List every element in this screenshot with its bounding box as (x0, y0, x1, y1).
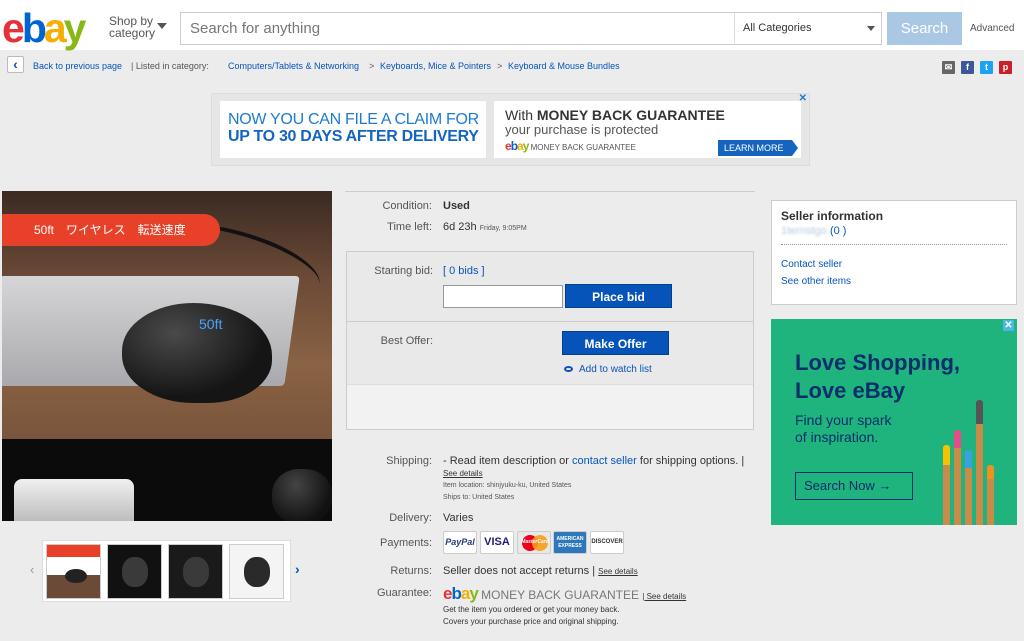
image-laptop-small (14, 479, 134, 521)
shipping-text: - Read item description or contact selle… (443, 455, 745, 467)
breadcrumb-separator: > (497, 61, 503, 71)
chevron-down-icon (867, 26, 875, 31)
ad-subtext: Find your spark of inspiration. (795, 412, 892, 445)
shop-by-category-button[interactable]: Shop by category (109, 15, 155, 39)
delivery-label: Delivery: (389, 512, 432, 524)
thumbnail-4[interactable] (229, 544, 284, 599)
best-offer-label: Best Offer: (380, 335, 433, 347)
twitter-icon[interactable]: t (980, 61, 993, 74)
condition-label: Condition: (382, 200, 432, 212)
email-share-icon[interactable]: ✉ (942, 61, 955, 74)
search-bar: All Categories (180, 12, 882, 45)
thumbnail-prev-icon[interactable]: ‹ (30, 562, 34, 577)
chevron-down-icon[interactable] (157, 23, 167, 29)
divider (345, 191, 755, 192)
returns-label: Returns: (390, 565, 432, 577)
breadcrumb-item-computers[interactable]: Computers/Tablets & Networking (228, 61, 359, 71)
breadcrumb-item-bundles[interactable]: Keyboard & Mouse Bundles (508, 61, 620, 71)
arrow-right-icon: → (878, 478, 892, 493)
discover-icon: DISCOVER (590, 531, 624, 554)
ebay-logo[interactable]: ebay (2, 8, 86, 49)
image-range-text: 50ft (199, 316, 223, 332)
guarantee-label: Guarantee: (376, 587, 432, 599)
make-offer-button[interactable]: Make Offer (562, 331, 669, 355)
shipping-see-details-link[interactable]: See details (443, 469, 483, 478)
best-offer-row: Best Offer: Make Offer Add to watch list (347, 321, 753, 384)
see-other-items-link[interactable]: See other items (781, 273, 1007, 290)
delivery-value: Varies (443, 512, 474, 524)
pinterest-icon[interactable]: p (999, 61, 1012, 74)
seller-info-panel: Seller information 1ternstgo (0 ) Contac… (771, 200, 1017, 305)
seller-name-link[interactable]: 1ternstgo (0 ) (781, 225, 1007, 237)
ad-headline: Love Shopping, Love eBay (795, 350, 960, 403)
breadcrumb-item-keyboards[interactable]: Keyboards, Mice & Pointers (380, 61, 491, 71)
contact-seller-link[interactable]: contact seller (572, 455, 637, 467)
learn-more-button[interactable]: LEARN MORE (718, 140, 798, 156)
thumbnail-2[interactable] (107, 544, 162, 599)
time-left-value: 6d 23h Friday, 9:05PM (443, 221, 527, 233)
visa-icon: VISA (480, 531, 514, 554)
item-location: Item location: shinjyuku-ku, United Stat… (443, 482, 572, 489)
image-bottom-panel (2, 439, 332, 521)
mastercard-icon: MasterCard (517, 531, 551, 554)
shipping-label: Shipping: (386, 455, 432, 467)
returns-value: Seller does not accept returns | See det… (443, 565, 638, 577)
bid-panel: Starting bid: [ 0 bids ] Place bid Best … (346, 251, 754, 430)
ships-to: Ships to: United States (443, 494, 515, 501)
contact-seller-link[interactable]: Contact seller (781, 256, 1007, 273)
paintbrush-icon (987, 465, 994, 525)
paypal-icon: PayPal (443, 531, 477, 554)
returns-see-details-link[interactable]: See details (598, 567, 638, 576)
paintbrush-icon (976, 400, 983, 525)
bid-amount-input[interactable] (443, 285, 563, 308)
product-main-image[interactable]: 50ft ワイヤレス 転送速度 (2, 191, 332, 521)
guarantee-line2: Covers your purchase price and original … (443, 617, 619, 626)
breadcrumb: ‹ Back to previous page | Listed in cate… (0, 55, 1024, 77)
promo-banner[interactable]: NOW YOU CAN FILE A CLAIM FOR UP TO 30 DA… (211, 93, 810, 166)
search-button[interactable]: Search (887, 12, 962, 45)
add-to-watch-list-link[interactable]: Add to watch list (564, 364, 652, 375)
eye-icon (564, 366, 573, 373)
amex-icon: AMERICAN EXPRESS (553, 531, 587, 554)
starting-bid-label: Starting bid: (374, 265, 433, 277)
paintbrush-icon (943, 445, 950, 525)
paintbrush-icon (965, 450, 972, 525)
listed-in-label: | Listed in category: (131, 61, 209, 71)
thumbnail-strip (42, 540, 291, 602)
divider (781, 244, 1007, 245)
paintbrush-icon (954, 430, 961, 525)
advanced-search-link[interactable]: Advanced (970, 23, 1014, 34)
breadcrumb-separator: > (369, 61, 375, 71)
time-left-label: Time left: (387, 221, 432, 233)
payments-label: Payments: (380, 537, 432, 549)
seller-info-title: Seller information (781, 209, 884, 223)
place-bid-button[interactable]: Place bid (565, 284, 672, 308)
close-icon[interactable]: ✕ (1003, 320, 1014, 331)
thumbnail-1[interactable] (46, 544, 101, 599)
guarantee-line1: Get the item you ordered or get your mon… (443, 605, 620, 614)
ad-banner[interactable]: ✕ Love Shopping, Love eBay Find your spar… (771, 319, 1017, 525)
search-now-button[interactable]: Search Now → (795, 472, 913, 500)
bid-panel-footer (347, 384, 753, 429)
header: ebay Shop by category All Categories Sea… (0, 0, 1024, 50)
back-arrow-icon[interactable]: ‹ (7, 56, 24, 73)
claim-promo: NOW YOU CAN FILE A CLAIM FOR UP TO 30 DA… (220, 101, 486, 158)
mbg-promo: With MONEY BACK GUARANTEE your purchase … (494, 101, 801, 158)
search-input[interactable] (181, 13, 734, 44)
thumbnail-next-icon[interactable]: › (295, 561, 300, 577)
facebook-icon[interactable]: f (961, 61, 974, 74)
image-tag: 50ft ワイヤレス 転送速度 (2, 214, 220, 246)
condition-value: Used (443, 200, 470, 212)
guarantee-logo: ebay MONEY BACK GUARANTEE | See details (443, 584, 687, 603)
back-link[interactable]: Back to previous page (33, 61, 122, 71)
close-icon[interactable]: ✕ (799, 93, 807, 104)
guarantee-see-details-link[interactable]: | See details (642, 592, 686, 601)
thumbnail-3[interactable] (168, 544, 223, 599)
image-mouse (122, 303, 272, 403)
bids-count-link[interactable]: [ 0 bids ] (443, 265, 485, 277)
category-select[interactable]: All Categories (734, 13, 882, 44)
